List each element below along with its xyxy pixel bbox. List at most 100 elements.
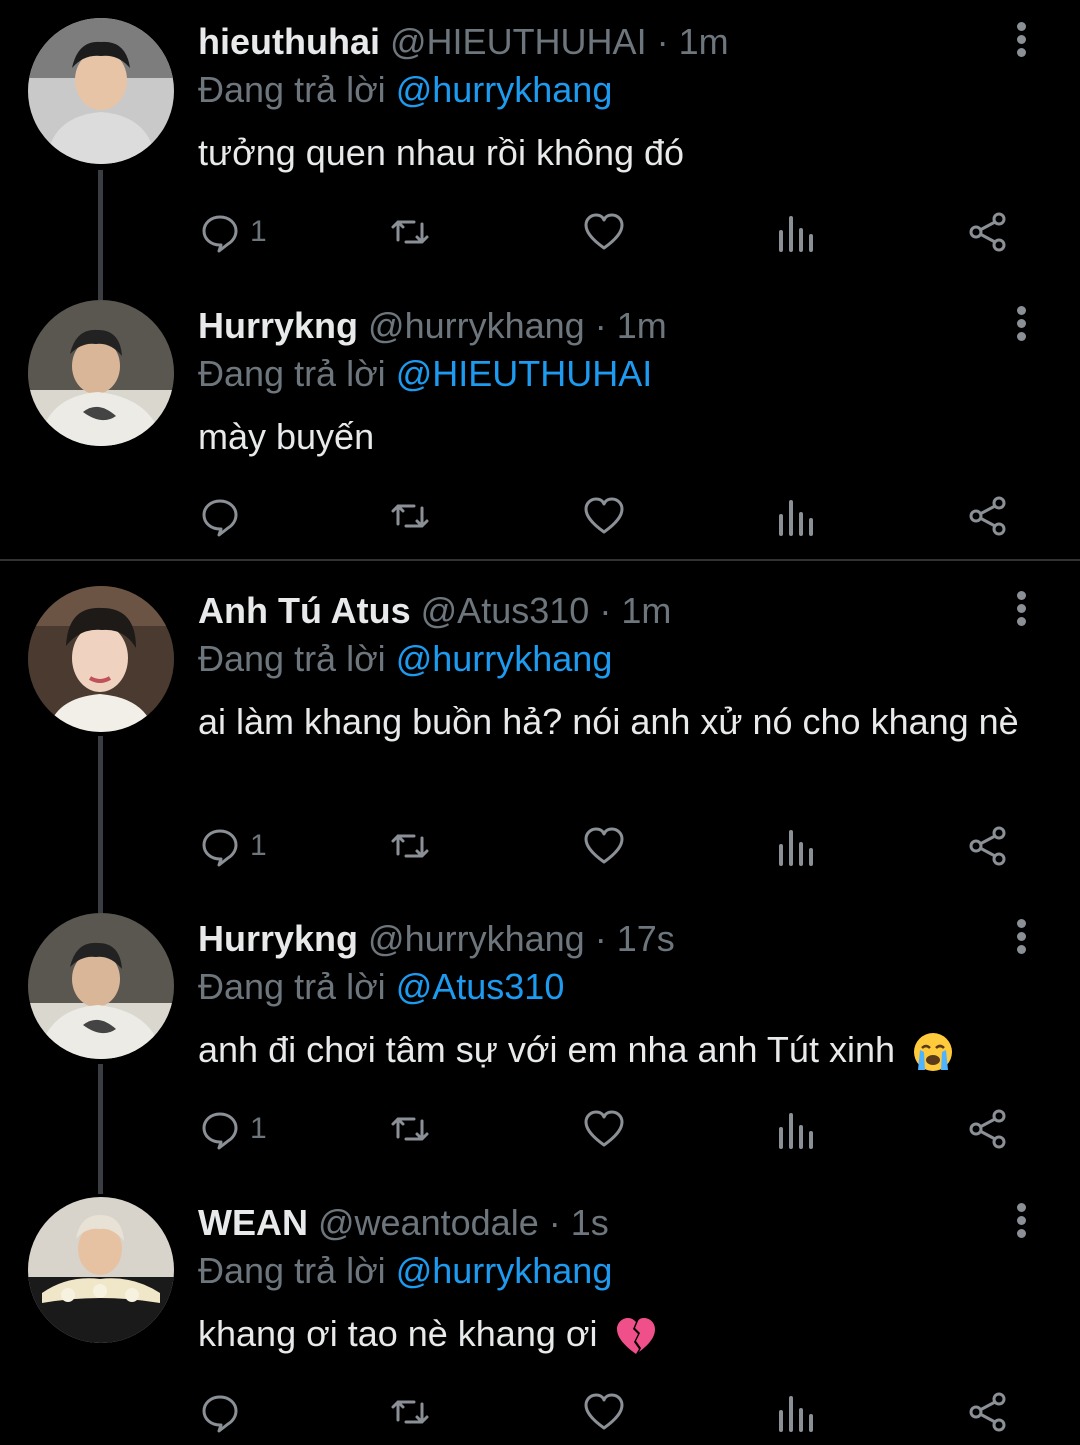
retweet-button[interactable] [388, 491, 432, 541]
share-button[interactable] [966, 491, 1010, 541]
tweet-header: WEAN @weantodale · 1s [198, 1201, 609, 1245]
heart-icon [584, 497, 624, 534]
share-icon [969, 496, 1006, 536]
share-icon [969, 1392, 1006, 1432]
retweet-icon [391, 1117, 429, 1141]
like-button[interactable] [582, 821, 626, 871]
display-name[interactable]: Hurrykng [198, 918, 358, 959]
avatar[interactable] [28, 913, 174, 1059]
reply-icon [202, 829, 238, 867]
display-name[interactable]: WEAN [198, 1202, 308, 1243]
analytics-button[interactable] [775, 1387, 819, 1437]
tweet-text: mày buyến [198, 416, 375, 457]
analytics-icon [779, 1113, 813, 1149]
reply-context: Đang trả lời @Atus310 [198, 965, 564, 1009]
tweet-header: hieuthuhai @HIEUTHUHAI · 1m [198, 20, 729, 64]
more-options-button[interactable] [1008, 919, 1034, 959]
share-button[interactable] [966, 1387, 1010, 1437]
tweet[interactable]: Anh Tú Atus @Atus310 · 1m Đang trả lời @… [0, 569, 1080, 889]
tweet[interactable]: hieuthuhai @HIEUTHUHAI · 1m Đang trả lời… [0, 0, 1080, 280]
share-button[interactable] [966, 207, 1010, 257]
timestamp[interactable]: 1s [571, 1202, 609, 1243]
reply-button[interactable] [198, 491, 250, 541]
share-icon [969, 212, 1006, 252]
more-options-button[interactable] [1008, 1203, 1034, 1243]
reply-button[interactable]: 1 [198, 821, 267, 871]
reply-count: 1 [250, 215, 267, 248]
reply-prefix: Đang trả lời [198, 638, 386, 679]
reply-prefix: Đang trả lời [198, 69, 386, 110]
retweet-icon [391, 1400, 429, 1424]
separator-dot: · [594, 918, 607, 959]
tweet-actions: 1 [198, 821, 1028, 871]
mention-link[interactable]: @hurrykhang [396, 69, 613, 110]
retweet-button[interactable] [388, 1104, 432, 1154]
tweet-actions: 1 [198, 207, 1028, 257]
like-button[interactable] [582, 1104, 626, 1154]
timestamp[interactable]: 1m [679, 21, 729, 62]
separator-dot: · [599, 590, 612, 631]
timestamp[interactable]: 1m [617, 305, 667, 346]
retweet-icon [391, 834, 429, 858]
like-button[interactable] [582, 1387, 626, 1437]
like-button[interactable] [582, 207, 626, 257]
user-handle[interactable]: @Atus310 [421, 590, 590, 631]
display-name[interactable]: Hurrykng [198, 305, 358, 346]
tweet-text: ai làm khang buồn hả? nói anh xử nó cho … [198, 701, 1019, 742]
mention-link[interactable]: @HIEUTHUHAI [396, 353, 653, 394]
display-name[interactable]: hieuthuhai [198, 21, 380, 62]
reply-button[interactable] [198, 1387, 250, 1437]
retweet-icon [391, 220, 429, 244]
avatar[interactable] [28, 300, 174, 446]
share-button[interactable] [966, 821, 1010, 871]
reply-icon [202, 1112, 238, 1150]
like-button[interactable] [582, 491, 626, 541]
heart-icon [584, 1110, 624, 1147]
share-button[interactable] [966, 1104, 1010, 1154]
analytics-button[interactable] [775, 207, 819, 257]
tweet[interactable]: Hurrykng @hurrykhang · 1m Đang trả lời @… [0, 284, 1080, 560]
user-handle[interactable]: @HIEUTHUHAI [390, 21, 647, 62]
reply-button[interactable]: 1 [198, 207, 267, 257]
user-handle[interactable]: @weantodale [318, 1202, 539, 1243]
share-icon [969, 1109, 1006, 1149]
tweet[interactable]: Hurrykng @hurrykhang · 17s Đang trả lời … [0, 897, 1080, 1173]
display-name[interactable]: Anh Tú Atus [198, 590, 411, 631]
tweet-header: Anh Tú Atus @Atus310 · 1m [198, 589, 671, 633]
avatar[interactable] [28, 1197, 174, 1343]
more-options-button[interactable] [1008, 306, 1034, 346]
separator-dot: · [548, 1202, 561, 1243]
timestamp[interactable]: 1m [621, 590, 671, 631]
analytics-button[interactable] [775, 821, 819, 871]
reply-prefix: Đang trả lời [198, 353, 386, 394]
retweet-button[interactable] [388, 821, 432, 871]
reply-button[interactable]: 1 [198, 1104, 267, 1154]
analytics-button[interactable] [775, 1104, 819, 1154]
avatar[interactable] [28, 18, 174, 164]
reply-context: Đang trả lời @hurrykhang [198, 637, 612, 681]
analytics-icon [779, 1396, 813, 1432]
retweet-button[interactable] [388, 207, 432, 257]
timestamp[interactable]: 17s [617, 918, 675, 959]
user-handle[interactable]: @hurrykhang [368, 918, 585, 959]
analytics-button[interactable] [775, 491, 819, 541]
reply-count: 1 [250, 1112, 267, 1145]
separator-dot: · [594, 305, 607, 346]
more-options-button[interactable] [1008, 22, 1034, 62]
tweet-actions [198, 491, 1028, 541]
mention-link[interactable]: @hurrykhang [396, 1250, 613, 1291]
mention-link[interactable]: @Atus310 [396, 966, 565, 1007]
retweet-icon [391, 504, 429, 528]
retweet-button[interactable] [388, 1387, 432, 1437]
avatar[interactable] [28, 586, 174, 732]
reply-icon [202, 1395, 238, 1433]
mention-link[interactable]: @hurrykhang [396, 638, 613, 679]
tweet[interactable]: WEAN @weantodale · 1s Đang trả lời @hurr… [0, 1181, 1080, 1445]
reply-icon [202, 215, 238, 253]
user-handle[interactable]: @hurrykhang [368, 305, 585, 346]
analytics-icon [779, 830, 813, 866]
more-options-button[interactable] [1008, 591, 1034, 631]
tweet-header: Hurrykng @hurrykhang · 17s [198, 917, 675, 961]
separator-dot: · [656, 21, 669, 62]
tweet-text: tưởng quen nhau rồi không đó [198, 132, 685, 173]
